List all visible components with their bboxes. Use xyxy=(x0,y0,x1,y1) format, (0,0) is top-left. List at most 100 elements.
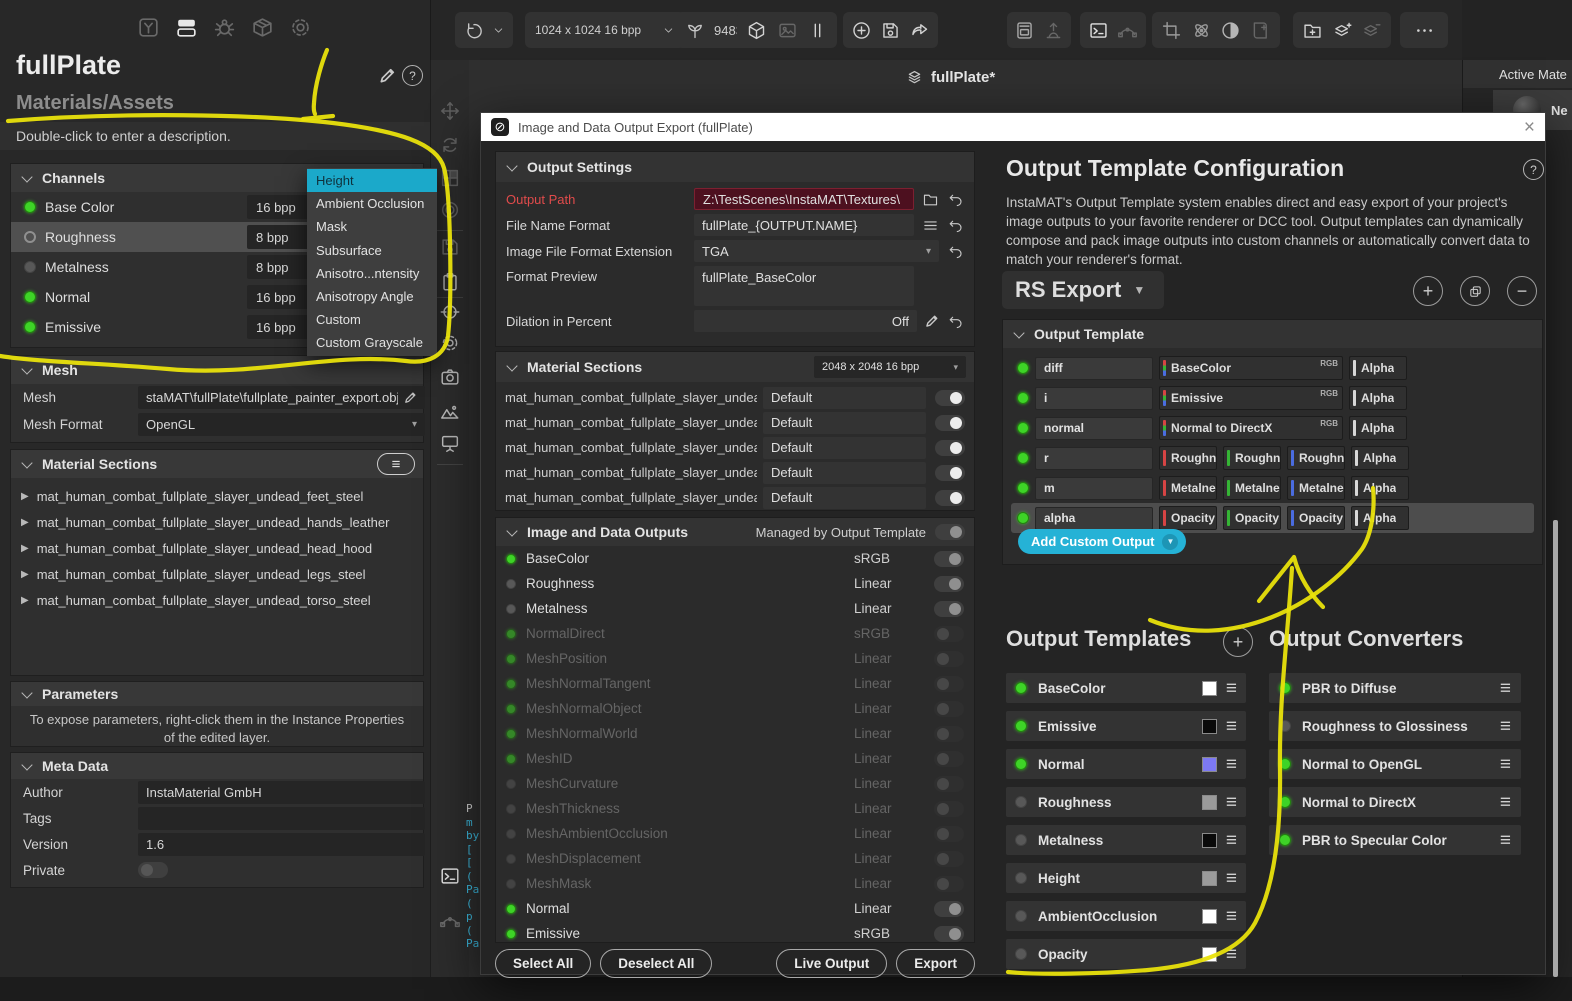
output-name-field[interactable]: normal xyxy=(1035,417,1153,440)
library-add-icon[interactable] xyxy=(1250,20,1271,41)
section-row[interactable]: mat_human_combat_fullplate_slayer_undea.… xyxy=(496,435,974,460)
output-row[interactable]: MetalnessLinear xyxy=(496,596,974,621)
channel-chip[interactable]: Roughness xyxy=(1223,446,1281,470)
output-toggle[interactable] xyxy=(934,851,964,867)
camera-icon[interactable] xyxy=(439,366,461,388)
template-row[interactable]: diffBaseColorRGBAlpha xyxy=(1011,353,1534,383)
panel-scrollbar[interactable] xyxy=(1553,520,1558,977)
close-icon[interactable]: × xyxy=(1524,118,1535,137)
output-row[interactable]: EmissivesRGB xyxy=(496,921,974,943)
channel-chip[interactable]: Opacity xyxy=(1287,506,1345,530)
output-toggle[interactable] xyxy=(934,676,964,692)
ellipsis-icon[interactable] xyxy=(1414,20,1435,41)
output-row[interactable]: MeshNormalObjectLinear xyxy=(496,696,974,721)
drag-handle-icon[interactable]: ≡ xyxy=(1226,907,1237,926)
managed-toggle[interactable] xyxy=(935,524,965,540)
drag-handle-icon[interactable]: ≡ xyxy=(1226,869,1237,888)
output-toggle[interactable] xyxy=(934,801,964,817)
template-list-item[interactable]: Normal≡ xyxy=(1006,749,1246,779)
output-toggle[interactable] xyxy=(934,876,964,892)
output-row[interactable]: NormalLinear xyxy=(496,896,974,921)
bezier-icon[interactable] xyxy=(1117,20,1138,41)
expand-arrow-icon[interactable]: ▶ xyxy=(21,595,29,606)
add-template-button[interactable]: + xyxy=(1413,276,1443,306)
alpha-chip[interactable]: Alpha xyxy=(1351,506,1409,530)
dropdown-item[interactable]: Mask xyxy=(307,215,437,238)
help-icon[interactable]: ? xyxy=(402,65,423,86)
save-icon[interactable] xyxy=(880,20,901,41)
channel-chip[interactable]: EmissiveRGB xyxy=(1159,386,1343,410)
remove-template-button[interactable]: − xyxy=(1507,276,1537,306)
add-custom-output-button[interactable]: Add Custom Output▼ xyxy=(1018,529,1186,554)
channel-chip[interactable]: Opacity xyxy=(1159,506,1217,530)
drag-handle-icon[interactable]: ≡ xyxy=(1500,679,1511,698)
dropdown-item[interactable]: Anisotropy Angle xyxy=(307,285,437,308)
bug-icon[interactable] xyxy=(212,15,237,40)
material-section-item[interactable]: ▶mat_human_combat_fullplate_slayer_undea… xyxy=(11,587,423,613)
output-toggle[interactable] xyxy=(934,651,964,667)
section-row[interactable]: mat_human_combat_fullplate_slayer_undea.… xyxy=(496,485,974,510)
converter-list-item[interactable]: Roughness to Glossiness≡ xyxy=(1269,711,1521,741)
output-name-field[interactable]: i xyxy=(1035,387,1153,410)
color-swatch[interactable] xyxy=(1202,871,1217,886)
alpha-chip[interactable]: Alpha xyxy=(1349,386,1407,410)
output-settings-header[interactable]: Output Settings xyxy=(496,152,974,182)
template-row[interactable]: rRoughnessRoughnessRoughnessAlpha xyxy=(1011,443,1534,473)
live-output-button[interactable]: Live Output xyxy=(776,949,887,978)
uv-checker-icon[interactable] xyxy=(439,167,461,189)
private-toggle[interactable] xyxy=(138,862,168,878)
template-list-item[interactable]: Metalness≡ xyxy=(1006,825,1246,855)
gear-icon[interactable] xyxy=(288,15,313,40)
section-row[interactable]: mat_human_combat_fullplate_slayer_undea.… xyxy=(496,385,974,410)
output-row[interactable]: MeshAmbientOcclusionLinear xyxy=(496,821,974,846)
deselect-all-button[interactable]: Deselect All xyxy=(600,949,712,978)
output-row[interactable]: MeshMaskLinear xyxy=(496,871,974,896)
dropdown-item[interactable]: Ambient Occlusion xyxy=(307,192,437,215)
reset-icon[interactable] xyxy=(947,217,964,234)
publish-icon[interactable] xyxy=(1043,20,1064,41)
add-circle-icon[interactable] xyxy=(851,20,872,41)
drag-handle-icon[interactable]: ≡ xyxy=(1500,831,1511,850)
output-path-field[interactable]: Z:\TestScenes\InstaMAT\Textures\ xyxy=(694,188,914,210)
output-name-field[interactable]: m xyxy=(1035,477,1153,500)
drag-handle-icon[interactable]: ≡ xyxy=(1226,793,1237,812)
curve-editor-icon[interactable] xyxy=(439,909,461,931)
section-toggle[interactable] xyxy=(935,465,965,481)
output-row[interactable]: NormalDirectsRGB xyxy=(496,621,974,646)
expand-arrow-icon[interactable]: ▶ xyxy=(21,543,29,554)
viewport-tab[interactable]: fullPlate* xyxy=(905,68,995,87)
chevron-down-icon[interactable] xyxy=(492,24,505,37)
dialog-title-bar[interactable]: ⊘ Image and Data Output Export (fullPlat… xyxy=(481,113,1545,141)
output-row[interactable]: BaseColorsRGB xyxy=(496,546,974,571)
atom-icon[interactable] xyxy=(1191,20,1212,41)
select-all-button[interactable]: Select All xyxy=(495,949,591,978)
template-row[interactable]: i EmissiveRGBAlpha xyxy=(1011,383,1534,413)
dropdown-item[interactable]: Anisotro...ntensity xyxy=(307,262,437,285)
section-toggle[interactable] xyxy=(935,415,965,431)
converter-list-item[interactable]: Normal to DirectX≡ xyxy=(1269,787,1521,817)
output-toggle[interactable] xyxy=(934,551,964,567)
output-toggle[interactable] xyxy=(934,751,964,767)
format-menu-icon[interactable] xyxy=(922,217,939,234)
edit-dilation-icon[interactable] xyxy=(925,314,939,328)
alpha-chip[interactable]: Alpha xyxy=(1349,356,1407,380)
mesh-header[interactable]: Mesh xyxy=(11,356,423,384)
drag-handle-icon[interactable]: ≡ xyxy=(1500,717,1511,736)
section-row[interactable]: mat_human_combat_fullplate_slayer_undea.… xyxy=(496,460,974,485)
section-profile-dropdown[interactable]: Default xyxy=(763,462,926,484)
author-field[interactable]: InstaMaterial GmbH xyxy=(138,781,425,804)
output-row[interactable]: MeshIDLinear xyxy=(496,746,974,771)
sync-icon[interactable] xyxy=(439,134,461,156)
alpha-chip[interactable]: Alpha xyxy=(1351,476,1409,500)
color-swatch[interactable] xyxy=(1202,719,1217,734)
export-button[interactable]: Export xyxy=(896,949,975,978)
bake-oven-icon[interactable] xyxy=(1014,20,1035,41)
converter-list-item[interactable]: PBR to Diffuse≡ xyxy=(1269,673,1521,703)
cube-3d-icon[interactable] xyxy=(746,20,767,41)
contrast-icon[interactable] xyxy=(1220,20,1241,41)
channel-chip[interactable]: Opacity xyxy=(1223,506,1281,530)
channel-chip[interactable]: Normal to DirectXRGB xyxy=(1159,416,1343,440)
share-icon[interactable] xyxy=(909,20,930,41)
material-sections-header[interactable]: Material Sections ≡ xyxy=(11,450,423,478)
output-toggle[interactable] xyxy=(934,726,964,742)
